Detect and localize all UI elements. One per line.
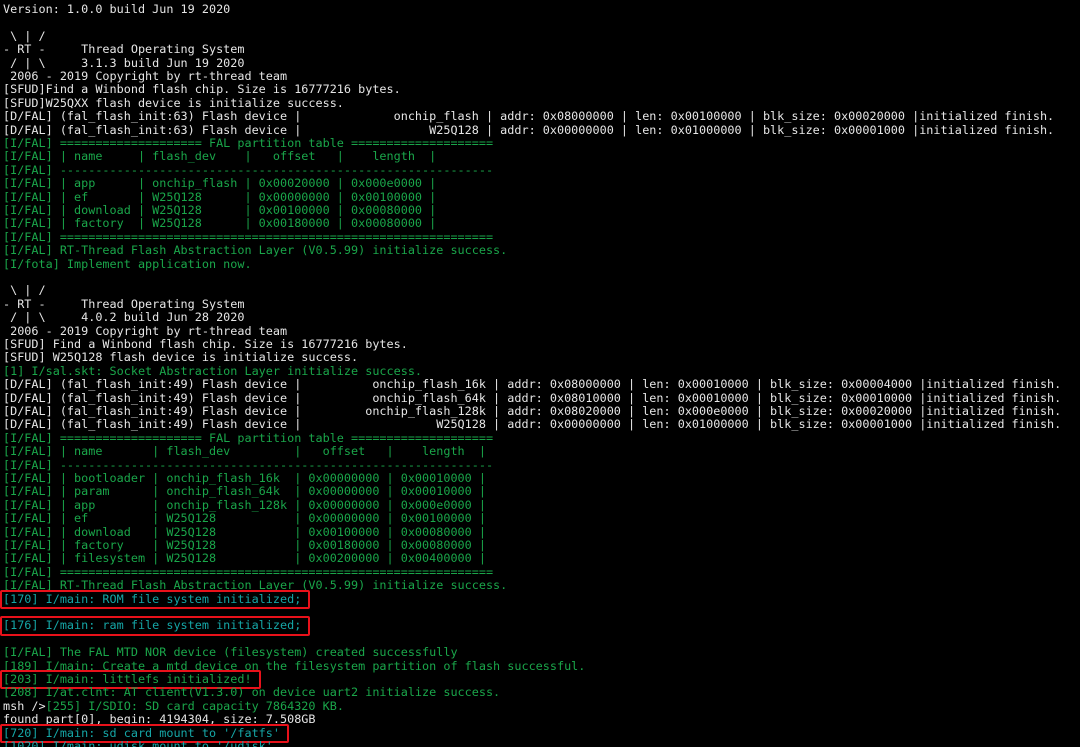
- console-line: - RT - Thread Operating System: [3, 296, 245, 311]
- highlight-box: [0, 589, 311, 609]
- console-line: - RT - Thread Operating System: [3, 42, 245, 57]
- console-line: / | \ 3.1.3 build Jun 19 2020: [3, 55, 245, 70]
- highlight-box: [0, 616, 311, 636]
- console-line: [I/FAL] | name | flash_dev | offset | le…: [3, 149, 437, 164]
- console-line: [D/FAL] (fal_flash_init:49) Flash device…: [3, 377, 1062, 392]
- console-line: [D/FAL] (fal_flash_init:63) Flash device…: [3, 109, 1055, 124]
- console-line: [I/FAL] ================================…: [3, 564, 494, 579]
- console-line: [I/FAL] | filesystem | W25Q128 | 0x00200…: [3, 551, 486, 566]
- console-line: \ | /: [3, 283, 46, 298]
- console-line: [I/FAL] | param | onchip_flash_64k | 0x0…: [3, 484, 486, 499]
- console-line: / | \ 4.0.2 build Jun 28 2020: [3, 310, 245, 325]
- console-line-text: [255] I/SDIO: SD card capacity 7864320 K…: [45, 698, 344, 713]
- console-line: [D/FAL] (fal_flash_init:49) Flash device…: [3, 404, 1062, 418]
- console-line: [1020] I/main: udisk mount to '/udisk': [3, 739, 273, 747]
- shell-prompt: msh />: [3, 698, 46, 713]
- console-line: [I/FAL] --------------------------------…: [3, 457, 494, 472]
- console-line: [I/FAL] | download | W25Q128 | 0x0010000…: [3, 524, 486, 539]
- console-line: [D/FAL] (fal_flash_init:49) Flash device…: [3, 417, 1062, 432]
- console-line: [I/FAL] The FAL MTD NOR device (filesyst…: [3, 645, 458, 660]
- console-line: [D/FAL] (fal_flash_init:63) Flash device…: [3, 122, 1055, 137]
- console-line: 2006 - 2019 Copyright by rt-thread team: [3, 69, 288, 83]
- console-line: [I/FAL] | ef | W25Q128 | 0x00000000 | 0x…: [3, 189, 437, 204]
- console-line: [I/FAL] | download | W25Q128 | 0x0010000…: [3, 203, 437, 217]
- console-line: [I/FAL] | app | onchip_flash_128k | 0x00…: [3, 497, 486, 512]
- console-line: [I/FAL] ==================== FAL partiti…: [3, 430, 494, 445]
- console-line: [I/FAL] | factory | W25Q128 | 0x00180000…: [3, 216, 437, 231]
- console-line: [I/FAL] | ef | W25Q128 | 0x00000000 | 0x…: [3, 511, 486, 526]
- console-line: 2006 - 2019 Copyright by rt-thread team: [3, 323, 288, 338]
- console-line: [I/FAL] --------------------------------…: [3, 162, 494, 177]
- console-line: [I/FAL] ================================…: [3, 229, 494, 244]
- console-line: [SFUD] W25Q128 flash device is initializ…: [3, 350, 359, 365]
- console-line: Version: 1.0.0 build Jun 19 2020: [3, 2, 231, 16]
- terminal-console[interactable]: Version: 1.0.0 build Jun 19 2020 \ | / - …: [0, 0, 1080, 747]
- console-line: [SFUD]Find a Winbond flash chip. Size is…: [3, 82, 401, 97]
- console-line: [I/FAL] | bootloader | onchip_flash_16k …: [3, 471, 486, 485]
- console-line: [I/fota] Implement application now.: [3, 256, 252, 271]
- console-line: [SFUD] Find a Winbond flash chip. Size i…: [3, 337, 408, 351]
- console-line: [I/FAL] ==================== FAL partiti…: [3, 136, 494, 150]
- console-line: [1] I/sal.skt: Socket Abstraction Layer …: [3, 363, 423, 378]
- console-line: [208] I/at.clnt: AT client(V1.3.0) on de…: [3, 685, 501, 700]
- console-line: [I/FAL] | factory | W25Q128 | 0x00180000…: [3, 538, 486, 552]
- console-line: [I/FAL] RT-Thread Flash Abstraction Laye…: [3, 243, 508, 258]
- console-line: [I/FAL] | app | onchip_flash | 0x0002000…: [3, 176, 437, 191]
- console-line: [D/FAL] (fal_flash_init:49) Flash device…: [3, 390, 1062, 405]
- console-line: msh />[255] I/SDIO: SD card capacity 786…: [3, 698, 344, 713]
- console-line: [I/FAL] | name | flash_dev | offset | le…: [3, 444, 486, 459]
- console-line: \ | /: [3, 28, 46, 43]
- console-line: [SFUD]W25QXX flash device is initialize …: [3, 95, 344, 110]
